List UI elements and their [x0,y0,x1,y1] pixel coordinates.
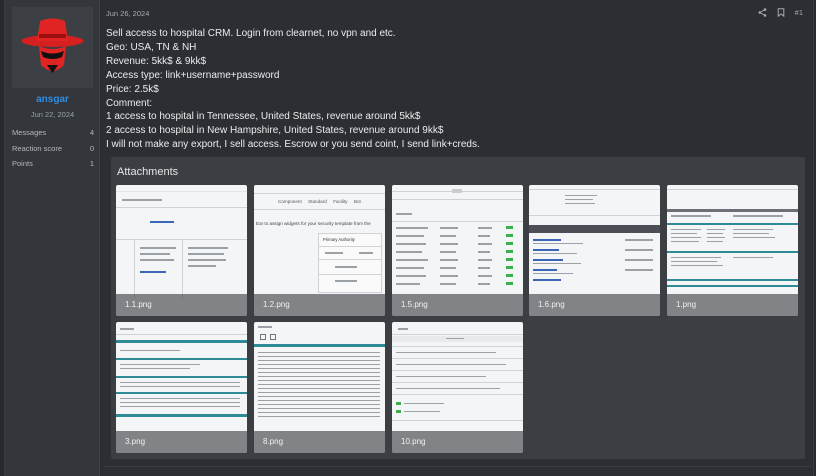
body-line: Price: 2.5k$ [106,83,159,95]
stat-value: 1 [89,159,94,168]
attachment-filename[interactable]: 1.2.png [263,300,290,309]
attachment-filename[interactable]: 1.png [676,300,696,309]
stat-label: Messages [12,128,47,137]
forum-post: ansgar Jun 22, 2024 Messages 4 Reaction … [4,0,814,476]
stat-reaction-score: Reaction score 0 [12,141,94,157]
attachment-thumb[interactable]: 10.png [392,322,523,453]
attachment-filename[interactable]: 10.png [401,437,425,446]
body-line: Sell access to hospital CRM. Login from … [106,28,396,39]
post-actions: #1 [758,8,803,17]
body-line: I will not make any export, I sell acces… [106,139,480,151]
post-date[interactable]: Jun 26, 2024 [106,9,149,18]
attachment-thumb[interactable]: 1.6.png [529,185,660,316]
thumb-text: Bot [353,199,361,204]
body-line: Revenue: 5kk$ & 9kk$ [106,55,207,67]
stat-messages: Messages 4 [12,125,94,141]
body-line: Access type: link+username+password [106,69,280,81]
join-date: Jun 22, 2024 [30,110,75,119]
user-sidebar: ansgar Jun 22, 2024 Messages 4 Reaction … [5,0,100,476]
body-line: 1 access to hospital in Tennessee, Unite… [106,111,421,123]
thumb-text: Primary Authority [323,237,355,242]
attachment-thumb[interactable]: 8.png [254,322,385,453]
body-line: Comment: [106,97,153,109]
post-main: Jun 26, 2024 #1 Sell access to hospital … [105,0,811,476]
share-icon[interactable] [758,8,767,17]
stat-points: Points 1 [12,156,94,172]
post-footer [105,466,811,476]
attachment-thumb[interactable]: 1.5.png [392,185,523,316]
bookmark-icon[interactable] [777,8,785,17]
stat-label: Points [12,159,33,168]
attachment-filename[interactable]: 3.png [125,437,145,446]
attachments-block: Attachments 1.1.png Component Standard F… [111,157,805,459]
attachment-filename[interactable]: 1.6.png [538,300,565,309]
stat-value: 4 [89,128,94,137]
attachment-filename[interactable]: 1.5.png [401,300,428,309]
thumb-text: Component [278,199,302,204]
avatar[interactable] [12,7,93,88]
thumb-text: Facility [333,199,348,204]
attachment-thumb[interactable]: 3.png [116,322,247,453]
thumb-text: Ear to assign widgets for your security … [256,221,371,226]
username[interactable]: ansgar [5,94,100,105]
attachment-filename[interactable]: 1.1.png [125,300,152,309]
stat-value: 0 [89,143,94,153]
attachments-title: Attachments [117,166,179,178]
user-stats: Messages 4 Reaction score 0 Points 1 [12,125,94,172]
hacker-hat-icon [12,7,93,88]
post-body: Sell access to hospital CRM. Login from … [106,27,796,152]
attachment-thumb[interactable]: 1.png [667,185,798,316]
post-number[interactable]: #1 [795,8,803,17]
stat-label: Reaction score [12,143,63,153]
body-line: Geo: USA, TN & NH [106,41,197,53]
attachment-filename[interactable]: 8.png [263,437,283,446]
attachment-thumb[interactable]: Component Standard Facility Bot Ear to a… [254,185,385,316]
body-line: 2 access to hospital in New Hampshire, U… [106,125,444,137]
attachment-thumb[interactable]: 1.1.png [116,185,247,316]
thumb-text: Standard [308,199,327,204]
